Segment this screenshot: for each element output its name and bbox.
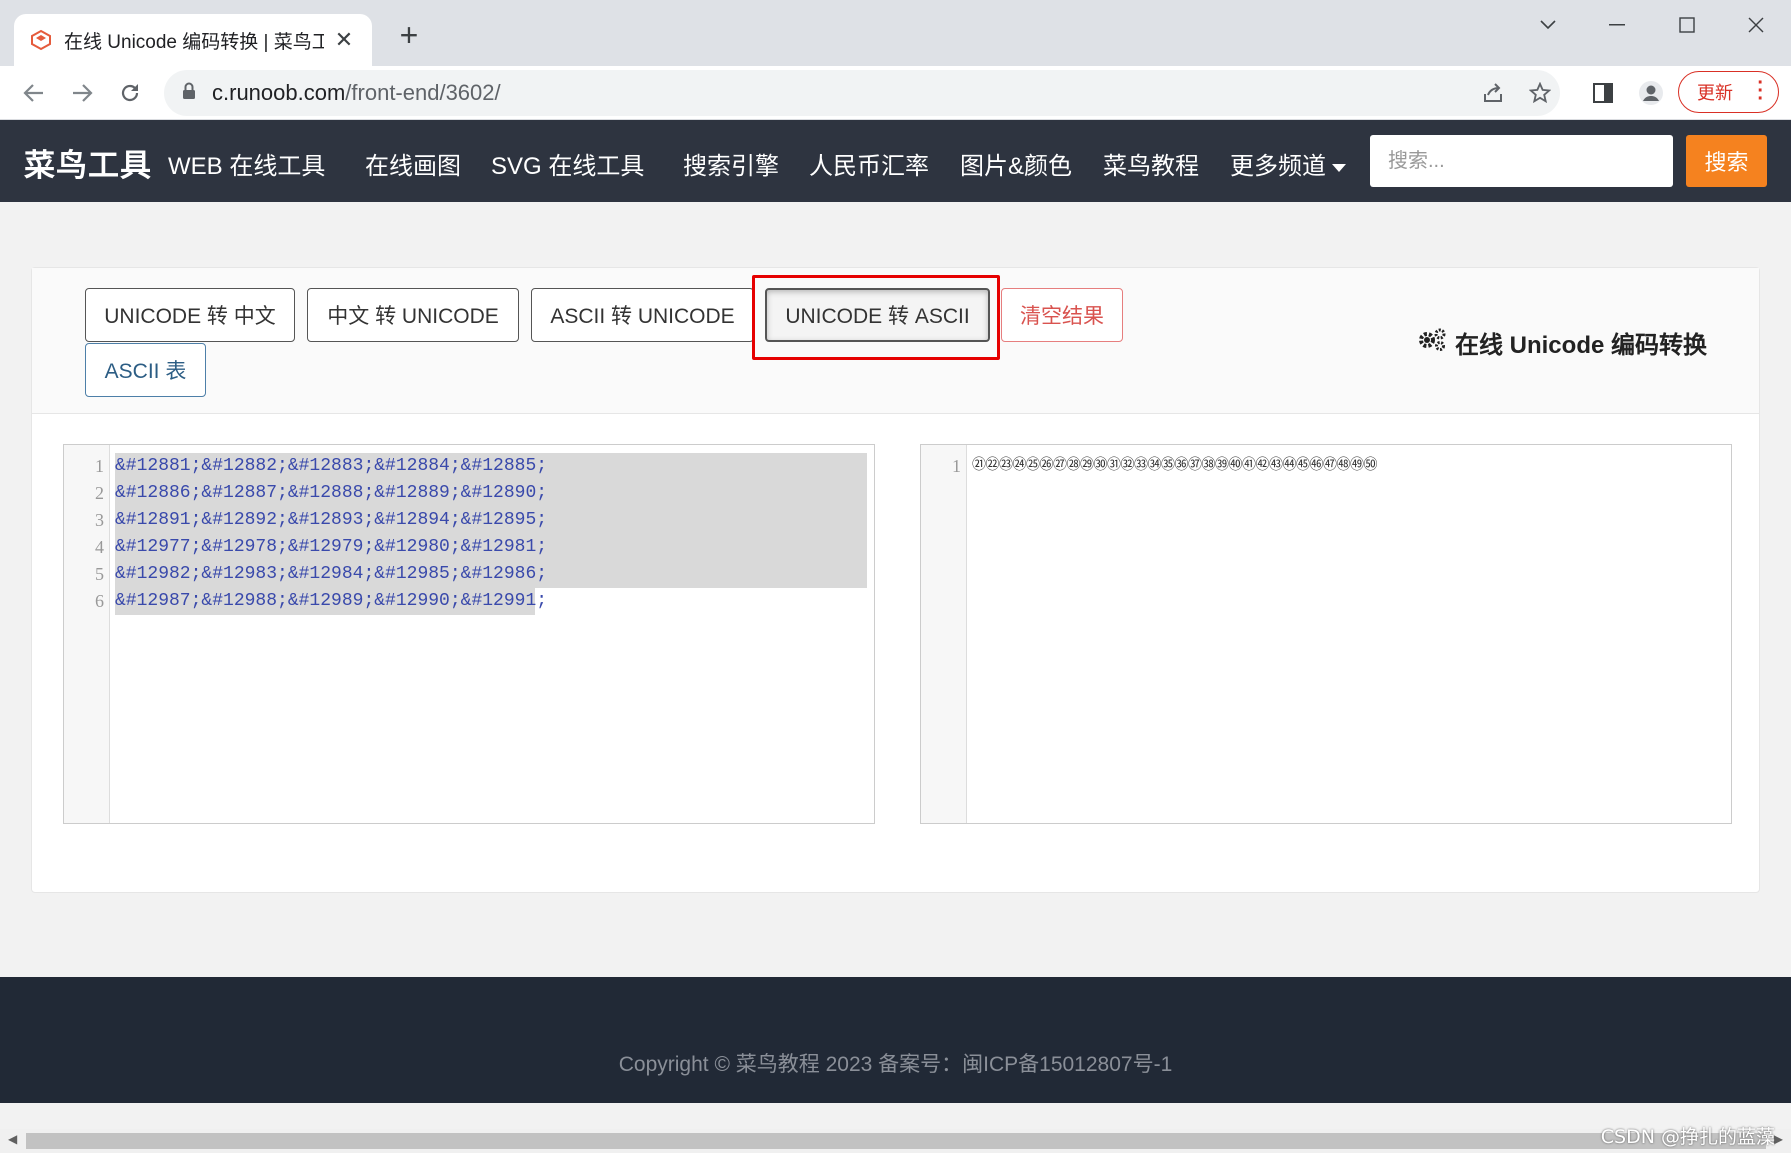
scroll-left-icon[interactable]: ◀ bbox=[8, 1132, 17, 1146]
nav-item-search-engine[interactable]: 搜索引擎 bbox=[683, 146, 779, 181]
code-text: &#12881;&#12882;&#12883;&#12884;&#12885; bbox=[115, 456, 548, 476]
maximize-icon[interactable] bbox=[1657, 10, 1717, 40]
menu-dots-icon[interactable]: · · · bbox=[1757, 73, 1764, 109]
lock-icon[interactable] bbox=[182, 82, 196, 105]
line-number: 1 bbox=[95, 456, 104, 476]
csdn-watermark: CSDN @挣扎的蓝藻 bbox=[1600, 1126, 1775, 1148]
code-text: &#12891;&#12892;&#12893;&#12894;&#12895; bbox=[115, 510, 548, 530]
line-number: 3 bbox=[95, 510, 104, 530]
scroll-right-icon[interactable]: ▶ bbox=[1774, 1132, 1783, 1146]
code-text: &#12987;&#12988;&#12989;&#12990;&#12991; bbox=[115, 591, 548, 611]
site-footer bbox=[0, 977, 1791, 1103]
tab-close-icon[interactable]: ✕ bbox=[330, 27, 358, 53]
code-line: 5 &#12982;&#12983;&#12984;&#12985;&#12986… bbox=[64, 561, 874, 588]
line-number: 4 bbox=[95, 537, 104, 557]
code-line: 1 ㉑㉒㉓㉔㉕㉖㉗㉘㉙㉚㉛㉜㉝㉞㉟㊱㊲㊳㊴㊵㊶㊷㊸㊹㊺㊻㊼㊽㊾㊿ bbox=[921, 453, 1731, 480]
site-logo[interactable]: 菜鸟工具 bbox=[24, 140, 152, 185]
output-editor[interactable]: 1 ㉑㉒㉓㉔㉕㉖㉗㉘㉙㉚㉛㉜㉝㉞㉟㊱㊲㊳㊴㊵㊶㊷㊸㊹㊺㊻㊼㊽㊾㊿ bbox=[920, 444, 1732, 824]
address-bar[interactable]: c.runoob.com/front-end/3602/ bbox=[164, 70, 1560, 116]
nav-item-svg-tools[interactable]: SVG 在线工具 bbox=[491, 146, 644, 181]
chinese-to-unicode-button[interactable]: 中文 转 UNICODE bbox=[307, 288, 519, 342]
gears-icon bbox=[1417, 327, 1447, 358]
code-text: &#12982;&#12983;&#12984;&#12985;&#12986; bbox=[115, 564, 548, 584]
nav-item-image-color[interactable]: 图片&颜色 bbox=[960, 146, 1072, 181]
code-line: 6 &#12987;&#12988;&#12989;&#12990;&#12991… bbox=[64, 588, 874, 615]
tool-panel: UNICODE 转 中文 中文 转 UNICODE ASCII 转 UNICOD… bbox=[31, 267, 1760, 893]
site-search-input[interactable] bbox=[1370, 135, 1673, 187]
tool-title: 在线 Unicode 编码转换 bbox=[1417, 325, 1707, 360]
line-number: 2 bbox=[95, 483, 104, 503]
unicode-to-ascii-button[interactable]: UNICODE 转 ASCII bbox=[765, 288, 990, 342]
code-text: &#12886;&#12887;&#12888;&#12889;&#12890; bbox=[115, 483, 548, 503]
browser-tab[interactable]: 在线 Unicode 编码转换 | 菜鸟工 ✕ bbox=[14, 14, 372, 66]
site-navbar: 菜鸟工具 WEB 在线工具 在线画图 SVG 在线工具 搜索引擎 人民币汇率 图… bbox=[0, 120, 1791, 202]
copyright-text: Copyright © 菜鸟教程 2023 备案号：闽ICP备15012807号… bbox=[618, 1053, 1173, 1076]
nav-item-more-channels[interactable]: 更多频道 bbox=[1230, 146, 1346, 181]
code-line: 2 &#12886;&#12887;&#12888;&#12889;&#12890… bbox=[64, 480, 874, 507]
more-channels-label: 更多频道 bbox=[1230, 153, 1326, 180]
url-path: /front-end/3602/ bbox=[345, 80, 501, 105]
runoob-favicon-icon bbox=[28, 27, 54, 53]
ascii-to-unicode-button[interactable]: ASCII 转 UNICODE bbox=[531, 288, 754, 342]
sidebar-icon[interactable] bbox=[1588, 78, 1618, 108]
nav-item-exchange-rate[interactable]: 人民币汇率 bbox=[809, 146, 929, 181]
output-gutter bbox=[921, 445, 967, 823]
horizontal-scrollbar[interactable]: ◀ ▶ bbox=[0, 1129, 1791, 1153]
output-text: ㉑㉒㉓㉔㉕㉖㉗㉘㉙㉚㉛㉜㉝㉞㉟㊱㊲㊳㊴㊵㊶㊷㊸㊹㊺㊻㊼㊽㊾㊿ bbox=[972, 458, 1378, 474]
line-number: 6 bbox=[95, 591, 104, 611]
nav-item-drawing[interactable]: 在线画图 bbox=[365, 146, 461, 181]
tab-title: 在线 Unicode 编码转换 | 菜鸟工 bbox=[64, 31, 324, 53]
profile-icon[interactable] bbox=[1636, 78, 1666, 108]
back-arrow-icon[interactable] bbox=[17, 76, 51, 110]
ascii-table-button[interactable]: ASCII 表 bbox=[85, 343, 206, 397]
nav-item-tutorial[interactable]: 菜鸟教程 bbox=[1103, 146, 1199, 181]
code-text: &#12977;&#12978;&#12979;&#12980;&#12981; bbox=[115, 537, 548, 557]
input-editor[interactable]: 1 &#12881;&#12882;&#12883;&#12884;&#12885… bbox=[63, 444, 875, 824]
browser-toolbar: c.runoob.com/front-end/3602/ 更新 · · · bbox=[0, 66, 1791, 120]
share-icon[interactable] bbox=[1478, 78, 1508, 108]
code-line: 1 &#12881;&#12882;&#12883;&#12884;&#12885… bbox=[64, 453, 874, 480]
code-line: 4 &#12977;&#12978;&#12979;&#12980;&#12981… bbox=[64, 534, 874, 561]
line-number: 5 bbox=[95, 564, 104, 584]
minimize-icon[interactable] bbox=[1587, 10, 1647, 40]
tool-panel-header: UNICODE 转 中文 中文 转 UNICODE ASCII 转 UNICOD… bbox=[32, 268, 1759, 414]
caret-down-icon bbox=[1332, 163, 1346, 172]
browser-tabstrip: 在线 Unicode 编码转换 | 菜鸟工 ✕ + bbox=[0, 0, 1791, 66]
forward-arrow-icon[interactable] bbox=[65, 76, 99, 110]
tool-title-text: 在线 Unicode 编码转换 bbox=[1454, 332, 1707, 359]
site-search-button[interactable]: 搜索 bbox=[1686, 135, 1767, 187]
clear-result-button[interactable]: 清空结果 bbox=[1001, 288, 1123, 342]
url-text: c.runoob.com/front-end/3602/ bbox=[212, 80, 501, 106]
update-button[interactable]: 更新 · · · bbox=[1678, 71, 1779, 113]
reload-icon[interactable] bbox=[113, 76, 147, 110]
new-tab-button[interactable]: + bbox=[392, 19, 426, 54]
star-icon[interactable] bbox=[1525, 78, 1555, 108]
update-label: 更新 bbox=[1697, 83, 1733, 103]
line-number: 1 bbox=[952, 456, 961, 476]
url-host: c.runoob.com bbox=[212, 80, 346, 105]
window-close-icon[interactable] bbox=[1726, 10, 1786, 40]
scrollbar-thumb[interactable] bbox=[26, 1133, 1766, 1149]
nav-item-web-tools[interactable]: WEB 在线工具 bbox=[168, 146, 325, 181]
code-line: 3 &#12891;&#12892;&#12893;&#12894;&#12895… bbox=[64, 507, 874, 534]
tab-search-chevron-icon[interactable] bbox=[1518, 10, 1578, 40]
unicode-to-chinese-button[interactable]: UNICODE 转 中文 bbox=[85, 288, 295, 342]
